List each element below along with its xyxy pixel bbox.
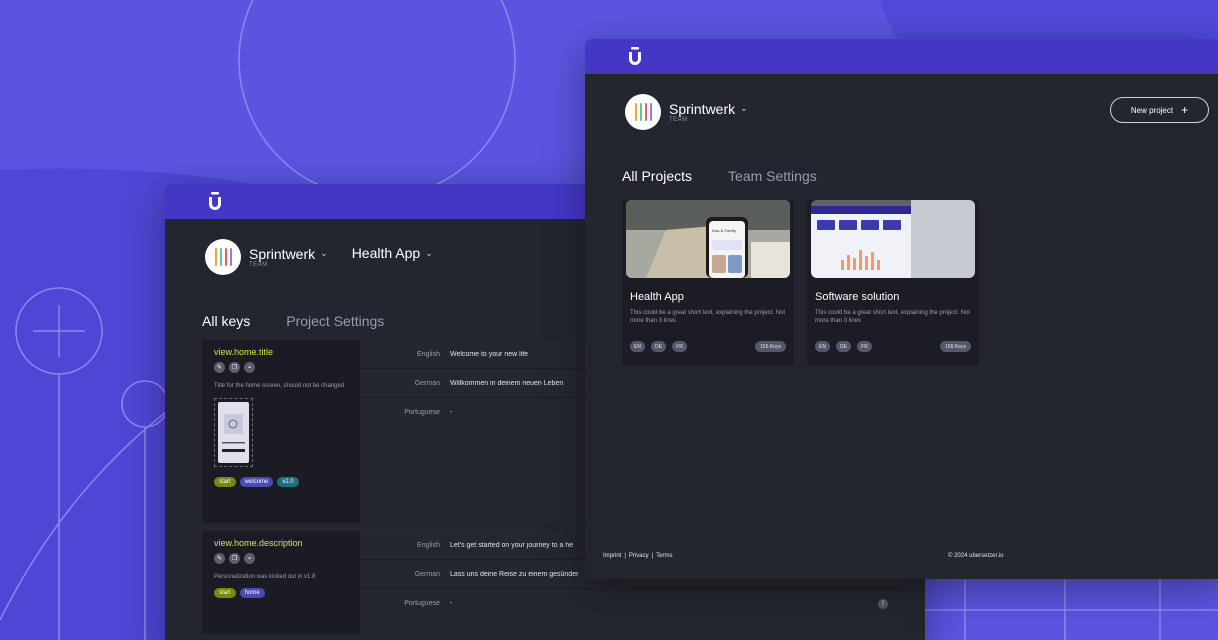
team-name: Sprintwerk [669, 100, 736, 117]
tag[interactable]: home [239, 588, 265, 598]
keys-tabs: All keys Project Settings [202, 313, 384, 329]
footer-separator: | [651, 553, 654, 559]
language-chip: EN [630, 341, 645, 352]
language-chip: DE [836, 341, 851, 352]
project-name: Health App [351, 245, 421, 261]
tag[interactable]: start [214, 477, 236, 487]
key-info: view.home.title ✎ ❐ ▪ Title for the home… [202, 340, 360, 523]
project-description: This could be a great short text, explai… [630, 310, 786, 324]
team-avatar[interactable] [625, 94, 661, 130]
terms-link[interactable]: Terms [656, 553, 672, 559]
project-switcher[interactable]: Health App ⌄ [328, 245, 433, 261]
team-label: TEAM [669, 116, 688, 123]
key-actions: ✎ ❐ ▪ [214, 553, 348, 564]
team-avatar[interactable] [205, 239, 241, 275]
language-label: German [414, 570, 440, 578]
project-card-software-solution[interactable]: Software solution This could be a great … [807, 200, 979, 366]
key-tags: start home [214, 588, 348, 598]
language-label: English [417, 541, 440, 549]
new-project-label: New project [1130, 105, 1174, 115]
team-name: Sprintwerk [249, 245, 316, 262]
header: Sprintwerk ⌄ TEAM Health App ⌄ [205, 239, 433, 275]
edit-icon[interactable]: ✎ [214, 553, 225, 564]
key-name[interactable]: view.home.description [214, 538, 348, 548]
tab-all-keys[interactable]: All keys [202, 313, 250, 329]
imprint-link[interactable]: Imprint [603, 553, 621, 559]
language-label: Portuguese [404, 600, 440, 607]
project-meta: EN DE FR 156 Keys [815, 341, 971, 352]
tab-project-settings[interactable]: Project Settings [286, 313, 384, 329]
translation-row[interactable]: Portuguese - ! [360, 589, 902, 618]
chevron-down-icon: ⌄ [740, 103, 748, 113]
screenshot-preview [218, 402, 249, 463]
tag[interactable]: welcome [239, 477, 274, 487]
projects-tabs: All Projects Team Settings [622, 168, 817, 184]
team-label: TEAM [249, 261, 268, 268]
keys-count: 156 Keys [755, 341, 786, 352]
copy-icon[interactable]: ❐ [229, 553, 240, 564]
chevron-down-icon: ⌄ [320, 248, 328, 258]
language-label: English [417, 350, 440, 358]
team-switcher[interactable]: Sprintwerk ⌄ TEAM [661, 102, 748, 123]
delete-icon[interactable]: ▪ [244, 553, 255, 564]
tag[interactable]: start [214, 588, 236, 598]
info-icon[interactable]: ! [878, 598, 888, 609]
tag[interactable]: v2.0 [277, 477, 299, 487]
key-tags: start welcome v2.0 [214, 477, 348, 487]
copy-icon[interactable]: ❐ [229, 362, 240, 373]
copyright: © 2024 ubersetzer.io [948, 553, 1004, 559]
language-chip: EN [815, 341, 830, 352]
screenshot-thumbnail[interactable] [214, 398, 253, 467]
projects-window: Sprintwerk ⌄ TEAM New project + All Proj… [585, 39, 1218, 579]
key-name[interactable]: view.home.title [214, 347, 348, 357]
project-image: Kiss & Family [626, 200, 790, 278]
chevron-down-icon: ⌄ [425, 247, 433, 258]
project-meta: EN DE FR 156 Keys [630, 341, 786, 352]
language-label: German [414, 379, 440, 387]
tab-all-projects[interactable]: All Projects [622, 168, 692, 184]
project-title: Health App [630, 291, 684, 303]
language-chip: FR [672, 341, 687, 352]
project-image [811, 200, 975, 278]
language-chip: FR [857, 341, 872, 352]
key-info: view.home.description ✎ ❐ ▪ Personalizat… [202, 531, 360, 634]
project-description: This could be a great short text, explai… [815, 310, 971, 324]
language-label: Portuguese [404, 409, 440, 416]
footer-separator: | [624, 553, 626, 559]
privacy-link[interactable]: Privacy [629, 553, 649, 559]
tab-team-settings[interactable]: Team Settings [728, 168, 817, 184]
ubersetzer-logo-icon[interactable] [208, 191, 224, 212]
key-description: Title for the home screen, should not be… [214, 383, 345, 389]
phone-screen-heading: Kiss & Family [712, 228, 736, 233]
footer-links: Imprint | Privacy | Terms [603, 553, 672, 559]
project-title: Software solution [815, 291, 900, 303]
header: Sprintwerk ⌄ TEAM [625, 94, 748, 130]
project-card-health-app[interactable]: Kiss & Family Health App This could be a… [622, 200, 794, 366]
key-actions: ✎ ❐ ▪ [214, 362, 348, 373]
top-bar [585, 39, 1218, 74]
delete-icon[interactable]: ▪ [244, 362, 255, 373]
edit-icon[interactable]: ✎ [214, 362, 225, 373]
ubersetzer-logo-icon[interactable] [628, 46, 644, 67]
plus-icon: + [1181, 103, 1189, 117]
language-chip: DE [651, 341, 666, 352]
translation-value[interactable]: - [450, 600, 878, 607]
team-switcher[interactable]: Sprintwerk ⌄ TEAM [241, 247, 328, 268]
keys-count: 156 Keys [940, 341, 971, 352]
key-description: Personalization was kicked out in v1.8 [214, 574, 316, 580]
new-project-button[interactable]: New project + [1110, 97, 1209, 123]
